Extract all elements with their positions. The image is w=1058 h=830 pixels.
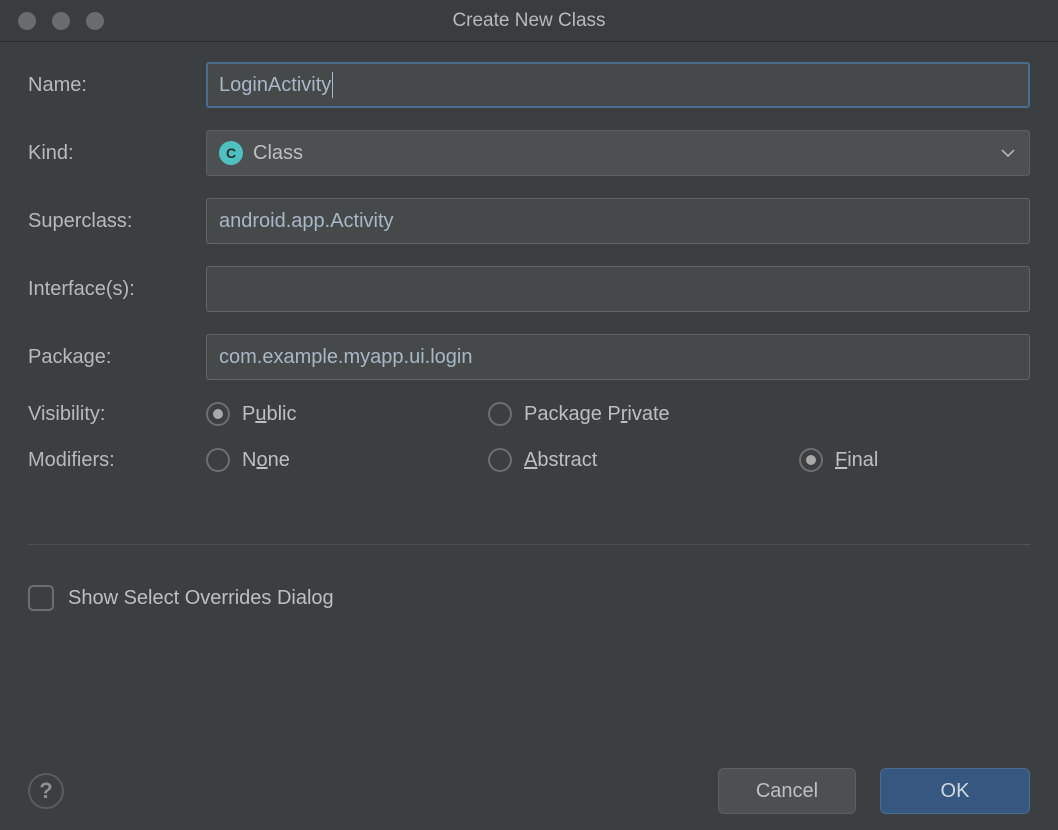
- name-input[interactable]: LoginActivity: [206, 62, 1030, 108]
- superclass-input[interactable]: android.app.Activity: [206, 198, 1030, 244]
- window-controls: [18, 12, 104, 30]
- show-overrides-checkbox[interactable]: [28, 585, 54, 611]
- kind-value: Class: [253, 142, 303, 165]
- kind-dropdown[interactable]: C Class: [206, 130, 1030, 176]
- modifier-final-label[interactable]: Final: [835, 449, 878, 472]
- cancel-button[interactable]: Cancel: [718, 768, 856, 814]
- dialog-content: Name: LoginActivity Kind: C Class Superc…: [0, 42, 1058, 611]
- name-label: Name:: [28, 74, 206, 97]
- ok-button[interactable]: OK: [880, 768, 1030, 814]
- visibility-public-label[interactable]: Public: [242, 403, 296, 426]
- visibility-package-private-radio[interactable]: [488, 402, 512, 426]
- visibility-radio-group: Public Package Private: [206, 402, 1030, 426]
- superclass-value: android.app.Activity: [219, 210, 394, 233]
- package-input[interactable]: com.example.myapp.ui.login: [206, 334, 1030, 380]
- separator: [28, 544, 1030, 545]
- titlebar: Create New Class: [0, 0, 1058, 42]
- class-icon: C: [219, 141, 243, 165]
- modifiers-label: Modifiers:: [28, 449, 206, 472]
- modifiers-radio-group: None Abstract Final: [206, 448, 1030, 472]
- modifier-abstract-radio[interactable]: [488, 448, 512, 472]
- show-overrides-label[interactable]: Show Select Overrides Dialog: [68, 587, 334, 610]
- interfaces-input[interactable]: [206, 266, 1030, 312]
- modifier-none-radio[interactable]: [206, 448, 230, 472]
- text-caret-icon: [332, 72, 333, 98]
- kind-label: Kind:: [28, 142, 206, 165]
- dialog-footer: ? Cancel OK: [28, 768, 1030, 814]
- window-title: Create New Class: [452, 10, 605, 32]
- modifier-final-radio[interactable]: [799, 448, 823, 472]
- visibility-label: Visibility:: [28, 403, 206, 426]
- modifier-abstract-label[interactable]: Abstract: [524, 449, 597, 472]
- visibility-public-radio[interactable]: [206, 402, 230, 426]
- name-value: LoginActivity: [219, 74, 331, 97]
- interfaces-label: Interface(s):: [28, 278, 206, 301]
- close-window-icon[interactable]: [18, 12, 36, 30]
- maximize-window-icon[interactable]: [86, 12, 104, 30]
- superclass-label: Superclass:: [28, 210, 206, 233]
- help-button[interactable]: ?: [28, 773, 64, 809]
- visibility-package-private-label[interactable]: Package Private: [524, 403, 670, 426]
- package-value: com.example.myapp.ui.login: [219, 346, 472, 369]
- modifier-none-label[interactable]: None: [242, 449, 290, 472]
- package-label: Package:: [28, 346, 206, 369]
- minimize-window-icon[interactable]: [52, 12, 70, 30]
- chevron-down-icon: [1001, 144, 1015, 162]
